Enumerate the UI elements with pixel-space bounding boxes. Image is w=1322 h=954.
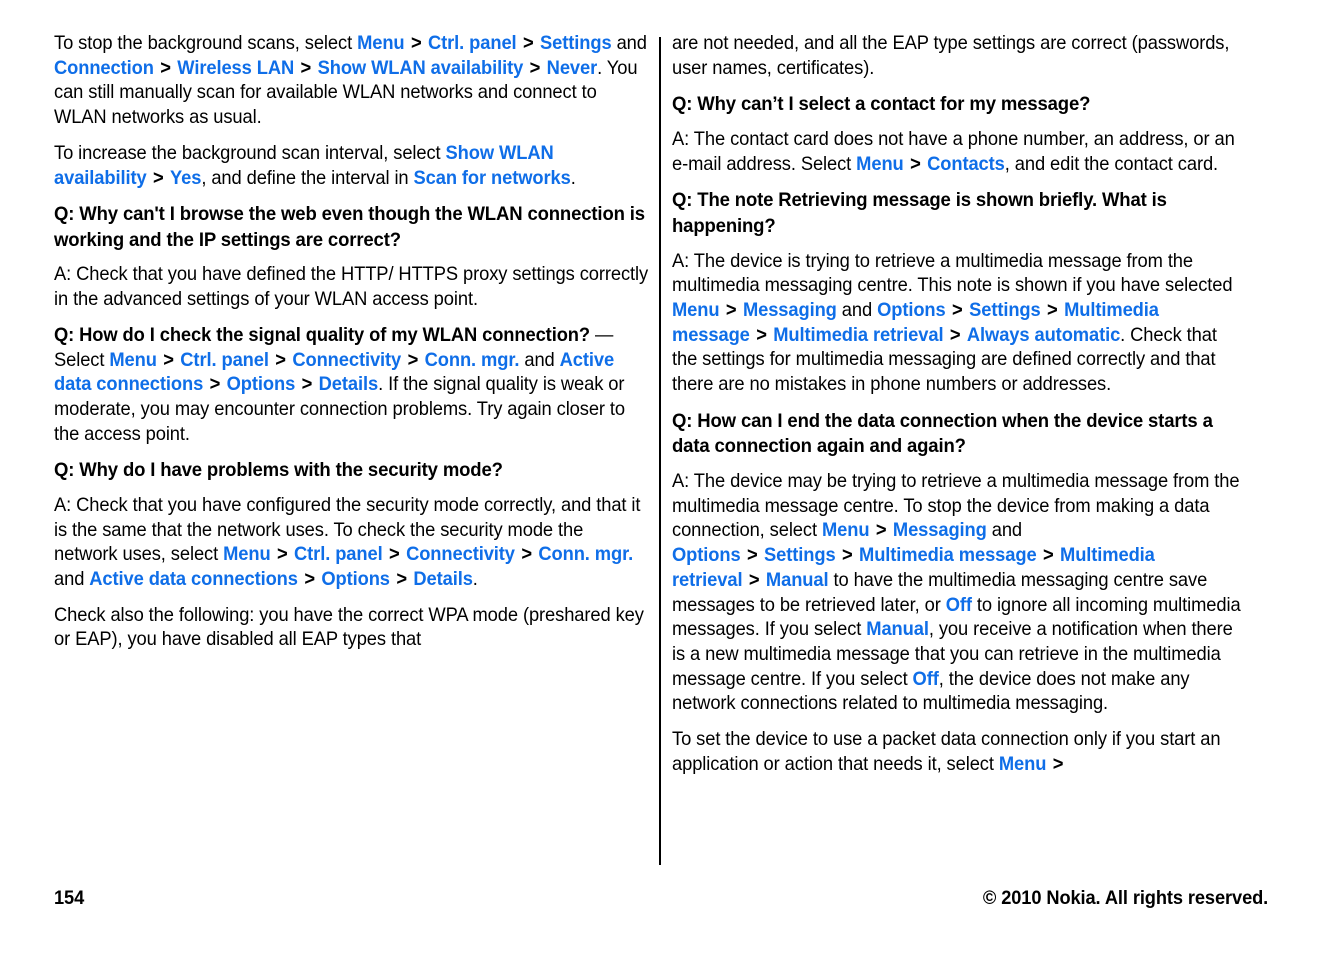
page-number: 154 [54, 888, 85, 909]
menu-path-link[interactable]: Menu [672, 300, 720, 321]
left-column: To stop the background scans, select Men… [54, 32, 650, 653]
paragraph-packet-data-connection: To set the device to use a packet data c… [672, 729, 1221, 775]
path-separator-icon: > [209, 374, 221, 396]
path-separator-icon: > [756, 324, 767, 346]
menu-path-link[interactable]: Always automatic [967, 325, 1120, 346]
menu-path-link[interactable]: Ctrl. panel [428, 33, 517, 54]
menu-path-link[interactable]: Multimedia message [859, 545, 1037, 566]
heading-q-security-mode: Q: Why do I have problems with the secur… [54, 459, 503, 482]
menu-path-link[interactable]: Menu [999, 754, 1047, 775]
menu-path-link[interactable]: Options [672, 545, 741, 566]
path-separator-icon: > [1052, 753, 1064, 775]
menu-path-link[interactable]: Menu [109, 350, 157, 371]
menu-path-link[interactable]: Menu [223, 544, 271, 565]
menu-path-link[interactable]: Settings [764, 545, 836, 566]
paragraph-check-also-following: Check also the following: you have the c… [54, 604, 644, 651]
two-column-body: To stop the background scans, select Men… [54, 32, 1268, 862]
paragraph-a-end-data-connection: A: The device may be trying to retrieve … [672, 471, 1241, 715]
menu-path-link[interactable]: Ctrl. panel [180, 350, 269, 371]
path-separator-icon: > [952, 300, 963, 321]
menu-path-link[interactable]: Multimedia retrieval [773, 325, 943, 346]
menu-path-link[interactable]: Conn. mgr. [425, 350, 520, 371]
path-separator-icon: > [529, 57, 541, 79]
menu-path-link[interactable]: Never [547, 58, 598, 79]
menu-path-link[interactable]: Off [913, 669, 939, 690]
menu-path-link[interactable]: Manual [766, 570, 829, 591]
path-separator-icon: > [1042, 545, 1054, 567]
paragraph-stop-background-scans: To stop the background scans, select Men… [54, 33, 647, 129]
path-separator-icon: > [841, 545, 853, 567]
menu-path-link[interactable]: Show WLAN availability [318, 58, 524, 79]
menu-path-link[interactable]: Yes [170, 168, 201, 189]
path-separator-icon: > [407, 349, 419, 371]
menu-path-link[interactable]: Wireless LAN [177, 58, 294, 79]
page-footer: 154 © 2010 Nokia. All rights reserved. [54, 888, 1268, 918]
menu-path-link[interactable]: Settings [540, 33, 612, 54]
menu-path-link[interactable]: Scan for networks [414, 168, 571, 189]
heading-q-select-contact: Q: Why can’t I select a contact for my m… [672, 93, 1091, 116]
path-separator-icon: > [875, 520, 887, 542]
menu-path-link[interactable]: Details [319, 374, 379, 395]
menu-path-link[interactable]: Details [413, 569, 473, 590]
copyright-notice: © 2010 Nokia. All rights reserved. [982, 888, 1268, 909]
paragraph-a-security-mode: A: Check that you have configured the se… [54, 494, 641, 591]
path-separator-icon: > [275, 349, 286, 371]
path-separator-icon: > [748, 569, 760, 591]
path-separator-icon: > [160, 57, 171, 79]
path-separator-icon: > [1047, 300, 1058, 321]
path-separator-icon: > [301, 374, 313, 396]
menu-path-link[interactable]: Menu [856, 154, 904, 175]
path-separator-icon: > [725, 300, 737, 321]
menu-path-link[interactable]: Connection [54, 58, 154, 79]
path-separator-icon: > [300, 57, 312, 79]
paragraph-q-signal-quality: Q: How do I check the signal quality of … [54, 324, 626, 445]
path-separator-icon: > [152, 167, 164, 189]
path-separator-icon: > [521, 544, 532, 566]
menu-path-link[interactable]: Messaging [743, 300, 837, 321]
menu-path-link[interactable]: Conn. mgr. [538, 544, 633, 565]
path-separator-icon: > [410, 33, 422, 54]
menu-path-link[interactable]: Contacts [927, 154, 1005, 175]
menu-path-link[interactable]: Menu [822, 520, 870, 541]
path-separator-icon: > [276, 544, 288, 566]
menu-path-link[interactable]: Options [877, 300, 946, 321]
menu-path-link[interactable]: Manual [866, 619, 929, 640]
heading-q-retrieving-message: Q: The note Retrieving message is shown … [672, 189, 1167, 237]
menu-path-link[interactable]: Active data connections [89, 569, 298, 590]
menu-path-link[interactable]: Menu [357, 33, 405, 54]
path-separator-icon: > [163, 349, 174, 371]
path-separator-icon: > [910, 153, 921, 175]
path-separator-icon: > [389, 544, 400, 566]
menu-path-link[interactable]: Messaging [893, 520, 987, 541]
heading-q-browse-web: Q: Why can't I browse the web even thoug… [54, 203, 645, 251]
right-column: are not needed, and all the EAP type set… [650, 32, 1246, 777]
path-separator-icon: > [746, 545, 758, 567]
path-separator-icon: > [304, 569, 315, 591]
path-separator-icon: > [396, 569, 407, 591]
bold-text: Q: How do I check the signal quality of … [54, 324, 590, 346]
paragraph-a-select-contact: A: The contact card does not have a phon… [672, 129, 1235, 175]
menu-path-link[interactable]: Options [227, 374, 296, 395]
menu-path-link[interactable]: Options [321, 569, 390, 590]
document-page: To stop the background scans, select Men… [0, 0, 1322, 954]
paragraph-a-retrieving-message: A: The device is trying to retrieve a mu… [672, 250, 1233, 396]
paragraph-increase-scan-interval: To increase the background scan interval… [54, 142, 576, 189]
menu-path-link[interactable]: Ctrl. panel [294, 544, 383, 565]
paragraph-eap-continuation: are not needed, and all the EAP type set… [672, 33, 1230, 79]
menu-path-link[interactable]: Connectivity [292, 350, 401, 371]
heading-q-end-data-connection: Q: How can I end the data connection whe… [672, 409, 1213, 458]
menu-path-link[interactable]: Settings [969, 300, 1041, 321]
paragraph-a-browse-web: A: Check that you have defined the HTTP/… [54, 264, 649, 311]
menu-path-link[interactable]: Off [946, 595, 972, 616]
menu-path-link[interactable]: Connectivity [406, 544, 515, 565]
path-separator-icon: > [949, 324, 961, 346]
path-separator-icon: > [522, 33, 534, 54]
